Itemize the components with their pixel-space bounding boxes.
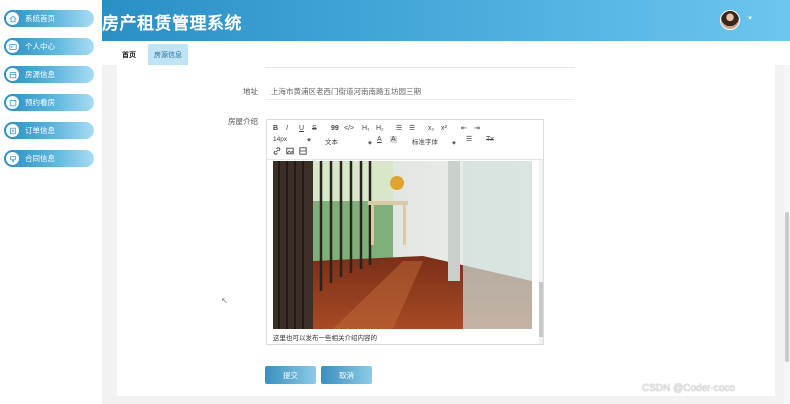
sidebar: 系统首页 个人中心 房源信息 预约看房 订单信息 合同信息 [0,0,102,404]
mouse-cursor-icon: ↖ [221,296,228,305]
tab-listings[interactable]: 房源信息 [148,44,188,65]
home-icon [6,12,19,25]
intro-text: 这里也可以发布一些相关介绍内容的 [273,335,377,342]
app-title: 房产租赁管理系统 [102,14,242,33]
clear-format-button[interactable]: Tx [486,136,494,143]
divider [265,67,575,68]
underline-button[interactable]: U [299,125,304,132]
sidebar-item-contracts[interactable]: 合同信息 [4,150,94,167]
bold-button[interactable]: B [273,125,278,132]
sidebar-item-label: 房源信息 [25,70,55,79]
quote-button[interactable]: 99 [331,125,339,132]
bullet-list-icon[interactable]: ☰ [409,124,415,132]
address-field[interactable]: 上海市黄浦区老西门街道河南南路五坊园三期 [271,86,421,97]
editor-toolbar: B I U S 99 </> H₁ H₂ ☰ ☰ x₂ x² ⇤ ⇥ 14px ◆… [267,120,543,160]
sidebar-item-label: 合同信息 [25,154,55,163]
indent-icon[interactable]: ⇥ [474,124,480,132]
align-icon[interactable]: ☰ [466,135,472,143]
page-scroll-thumb[interactable] [785,212,789,362]
sidebar-item-listings[interactable]: 房源信息 [4,66,94,83]
tab-bar: 首页 房源信息 [102,41,790,65]
image-icon[interactable] [286,147,294,157]
order-icon [6,124,19,137]
block-type-select[interactable]: 文本 ◆ [325,136,372,146]
editor-scroll-thumb[interactable] [539,282,543,337]
house-icon [6,68,19,81]
video-icon[interactable] [299,147,307,157]
divider [265,99,575,100]
cancel-button[interactable]: 取消 [321,366,372,384]
outdent-icon[interactable]: ⇤ [461,124,467,132]
italic-button[interactable]: I [286,125,288,132]
h2-button[interactable]: H₂ [376,125,384,132]
room-photo [273,161,532,329]
sidebar-item-label: 预约看房 [25,98,55,107]
link-icon[interactable] [273,147,281,157]
font-size-select[interactable]: 14px ◆ [273,136,311,143]
contract-icon [6,152,19,165]
address-label: 地址 [243,87,258,96]
font-color-button[interactable]: A [377,136,382,143]
sidebar-item-orders[interactable]: 订单信息 [4,122,94,139]
tab-home[interactable]: 首页 [116,44,142,65]
submit-button[interactable]: 提交 [265,366,316,384]
background-color-button[interactable]: A [390,136,397,143]
sidebar-item-label: 个人中心 [25,42,55,51]
superscript-button[interactable]: x² [441,125,447,132]
id-card-icon [6,40,19,53]
intro-label: 房屋介绍 [228,117,258,126]
top-header: 房产租赁管理系统 ▼ [102,0,790,41]
watermark: CSDN @Coder-coco [642,383,735,394]
strike-button[interactable]: S [312,125,317,132]
sidebar-item-label: 系统首页 [25,14,55,23]
calendar-icon [6,96,19,109]
sidebar-item-home[interactable]: 系统首页 [4,10,94,27]
h1-button[interactable]: H₁ [362,125,369,132]
ordered-list-icon[interactable]: ☰ [396,124,402,132]
rich-text-editor[interactable]: B I U S 99 </> H₁ H₂ ☰ ☰ x₂ x² ⇤ ⇥ 14px ◆… [266,119,544,345]
sidebar-item-profile[interactable]: 个人中心 [4,38,94,55]
sidebar-item-label: 订单信息 [25,126,55,135]
sidebar-item-viewing[interactable]: 预约看房 [4,94,94,111]
avatar[interactable] [720,10,740,30]
code-button[interactable]: </> [344,125,354,132]
font-family-select[interactable]: 标准字体 ◆ [412,136,456,146]
subscript-button[interactable]: x₂ [428,125,434,132]
chevron-down-icon[interactable]: ▼ [747,16,753,22]
